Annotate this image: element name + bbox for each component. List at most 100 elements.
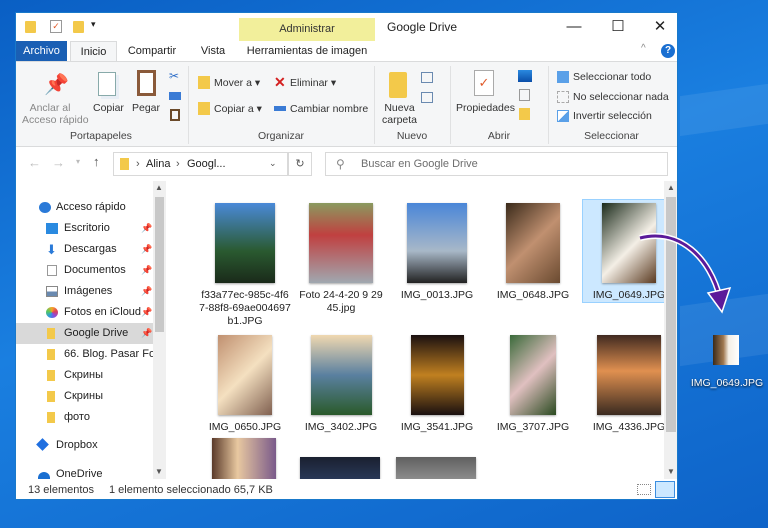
tab-vista[interactable]: Vista (187, 41, 239, 61)
copy-button[interactable]: Copiar (93, 102, 124, 114)
nav-item-folder[interactable]: Скрины (16, 365, 153, 386)
details-view-button[interactable] (637, 484, 651, 495)
copy-to-button[interactable]: Copiar a ▾ (214, 103, 262, 115)
file-thumbnail[interactable] (309, 203, 373, 283)
file-thumbnail[interactable] (310, 335, 372, 415)
nav-item-documentos[interactable]: Documentos 📌 (16, 260, 153, 281)
new-folder-icon[interactable] (73, 21, 84, 33)
file-name[interactable]: IMG_4336.JPG (583, 421, 666, 434)
paste-shortcut-icon[interactable] (170, 109, 180, 121)
search-input[interactable]: Buscar en Google Drive (325, 152, 668, 176)
scroll-down-icon[interactable]: ▼ (155, 467, 163, 476)
properties-icon[interactable]: ✓ (50, 20, 62, 33)
file-thumbnail[interactable] (218, 335, 272, 415)
nav-item-descargas[interactable]: ⬇ Descargas 📌 (16, 239, 153, 260)
maximize-button[interactable]: ☐ (608, 17, 628, 37)
file-thumbnail[interactable] (215, 203, 275, 283)
edit-icon[interactable] (519, 89, 530, 101)
file-thumbnail[interactable] (510, 335, 556, 415)
help-icon[interactable]: ? (661, 44, 675, 58)
select-none-button[interactable]: No seleccionar nada (573, 91, 669, 103)
breadcrumb-alina[interactable]: Alina (146, 158, 170, 170)
nav-scrollbar[interactable]: ▲ ▼ (153, 181, 166, 479)
nav-item-folder[interactable]: Скрины (16, 386, 153, 407)
file-thumbnail[interactable] (212, 438, 276, 479)
selection-info: 1 elemento seleccionado 65,7 KB (109, 484, 273, 496)
scroll-up-icon[interactable]: ▲ (155, 183, 163, 192)
nav-item-escritorio[interactable]: Escritorio 📌 (16, 218, 153, 239)
back-button[interactable]: ← (28, 155, 41, 170)
tab-compartir[interactable]: Compartir (117, 41, 187, 61)
rename-button[interactable]: Cambiar nombre (290, 103, 368, 115)
file-thumbnail[interactable] (396, 457, 476, 479)
file-name[interactable]: Foto 24-4-20 9 29 45.jpg (295, 289, 387, 315)
scroll-down-icon[interactable]: ▼ (667, 467, 675, 476)
file-name[interactable]: IMG_3707.JPG (487, 421, 579, 434)
easy-access-icon[interactable] (421, 92, 433, 103)
tab-archivo[interactable]: Archivo (16, 41, 67, 61)
file-thumbnail[interactable] (407, 203, 467, 283)
scrollbar-thumb[interactable] (155, 197, 164, 332)
tab-herramientas-imagen[interactable]: Herramientas de imagen (239, 41, 375, 61)
file-name[interactable]: IMG_0013.JPG (391, 289, 483, 302)
new-folder-button[interactable]: Nueva carpeta (382, 102, 417, 126)
refresh-button[interactable]: ↻ (288, 152, 312, 176)
forward-button[interactable]: → (52, 155, 65, 170)
move-to-button[interactable]: Mover a ▾ (214, 77, 260, 89)
contextual-tab-administrar[interactable]: Administrar (239, 18, 375, 41)
nav-item-icloud[interactable]: Fotos en iCloud 📌 (16, 302, 153, 323)
star-icon (39, 202, 51, 213)
nav-item-imagenes[interactable]: Imágenes 📌 (16, 281, 153, 302)
file-name[interactable]: IMG_3402.JPG (295, 421, 387, 434)
recent-locations-button[interactable]: ▾ (76, 157, 80, 166)
desktop-file-thumbnail[interactable] (713, 335, 739, 365)
file-thumbnail[interactable] (506, 203, 560, 283)
invert-selection-button[interactable]: Invertir selección (573, 110, 652, 122)
file-thumbnail[interactable] (410, 335, 464, 415)
address-dropdown-icon[interactable]: ⌄ (269, 158, 277, 169)
nav-item-folder[interactable]: 66. Blog. Pasar Fotos (16, 344, 153, 365)
properties-button[interactable]: Propiedades (456, 102, 515, 114)
pin-icon: 📌 (141, 307, 153, 317)
minimize-button[interactable]: — (564, 17, 584, 37)
copy-to-icon (198, 102, 210, 115)
cut-icon[interactable]: ✂ (169, 69, 179, 83)
copy-path-icon[interactable] (169, 92, 181, 100)
nav-quick-access[interactable]: Acceso rápido (16, 197, 153, 218)
breadcrumb-google-drive[interactable]: Googl... (187, 158, 226, 170)
close-button[interactable]: ✕ (650, 17, 670, 37)
scroll-up-icon[interactable]: ▲ (667, 183, 675, 192)
nav-item-folder[interactable]: фото (16, 407, 153, 428)
pin-quick-access-button[interactable]: Anclar al Acceso rápido (22, 102, 89, 126)
folder-icon (47, 349, 55, 360)
drag-arrow (639, 233, 732, 314)
large-icons-view-button[interactable] (655, 481, 675, 498)
file-thumbnail[interactable] (300, 457, 380, 479)
ribbon-tabs: Archivo Inicio Compartir Vista Herramien… (16, 41, 677, 61)
content-scrollbar[interactable]: ▲ ▼ (664, 181, 677, 479)
desktop-file-label[interactable]: IMG_0649.JPG (690, 377, 764, 389)
address-bar[interactable]: › Alina › Googl... ⌄ (113, 152, 288, 176)
nav-dropbox[interactable]: Dropbox (16, 435, 153, 456)
select-all-button[interactable]: Seleccionar todo (573, 71, 651, 83)
download-icon: ⬇ (46, 242, 57, 257)
file-name[interactable]: f33a77ec-985c-4f67-88f8-69ae004697b1.JPG (199, 289, 291, 328)
nav-onedrive[interactable]: OneDrive (16, 464, 153, 479)
file-name[interactable]: IMG_0650.JPG (199, 421, 291, 434)
file-thumbnail[interactable] (597, 335, 661, 415)
delete-button[interactable]: Eliminar ▾ (290, 77, 336, 89)
nav-label: Documentos (64, 264, 126, 276)
open-image-icon[interactable] (518, 70, 532, 82)
up-button[interactable]: ↑ (93, 154, 100, 169)
collapse-ribbon-icon[interactable]: ^ (641, 43, 646, 54)
nav-item-google-drive[interactable]: Google Drive 📌 (16, 323, 153, 344)
tab-inicio[interactable]: Inicio (70, 41, 117, 61)
address-row: ← → ▾ ↑ › Alina › Googl... ⌄ ↻ Buscar en… (16, 147, 677, 181)
paste-button[interactable]: Pegar (132, 102, 160, 114)
file-name[interactable]: IMG_0648.JPG (487, 289, 579, 302)
documents-icon (47, 265, 57, 276)
new-item-icon[interactable] (421, 72, 433, 83)
customize-qat-icon[interactable]: ▾ (91, 19, 96, 30)
history-icon[interactable] (519, 108, 530, 120)
file-name[interactable]: IMG_3541.JPG (391, 421, 483, 434)
